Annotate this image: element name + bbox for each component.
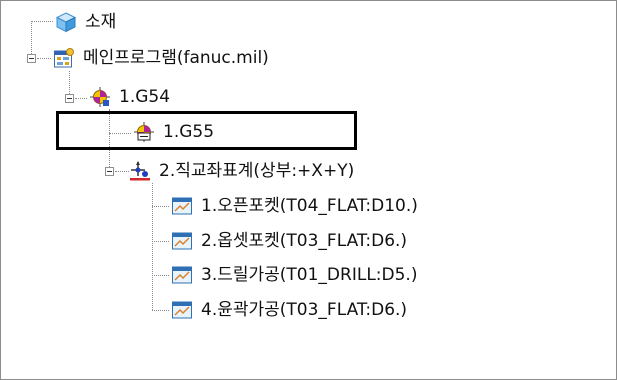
selection-outline [56, 111, 357, 150]
tree-item-operation[interactable]: 4.윤곽가공(T03_FLAT:D6.) [171, 297, 407, 323]
tree-item-main-program[interactable]: 메인프로그램(fanuc.mil) [53, 45, 269, 71]
tree-item-operation[interactable]: 1.오픈포켓(T04_FLAT:D10.) [171, 193, 418, 219]
tree-item-material[interactable]: 소재 [55, 9, 116, 35]
tree-line [152, 275, 169, 276]
tree-item-coordinate-system[interactable]: 2.직교좌표계(상부:+X+Y) [129, 158, 354, 184]
tree-item-label: 2.직교좌표계(상부:+X+Y) [159, 161, 355, 181]
expander-g54[interactable] [65, 94, 74, 103]
tree-item-label: 1.G54 [119, 87, 171, 107]
toolpath-icon [171, 299, 193, 321]
tree-line [152, 206, 169, 207]
tree-line [37, 58, 51, 59]
tree-panel: 소재 메인프로그램(fanuc.mil) 1.G54 1.G55 2.직교좌표계… [0, 0, 617, 380]
tree-line [152, 183, 153, 310]
tree-item-label: 메인프로그램(fanuc.mil) [83, 48, 269, 68]
expander-main-program[interactable] [27, 54, 36, 63]
expander-coordinate-system[interactable] [105, 167, 114, 176]
tree-line [75, 98, 87, 99]
tree-line [152, 241, 169, 242]
tree-item-g54[interactable]: 1.G54 [89, 84, 170, 110]
tree-item-operation[interactable]: 3.드릴가공(T01_DRILL:D5.) [171, 262, 417, 288]
coordinate-axes-icon [129, 160, 151, 182]
tree-item-label: 소재 [85, 12, 117, 32]
cube-icon [55, 11, 77, 33]
tree-line [115, 171, 129, 172]
tree-line [31, 21, 32, 58]
tree-line [152, 310, 169, 311]
toolpath-icon [171, 230, 193, 252]
program-icon [53, 47, 75, 69]
work-offset-icon [89, 86, 111, 108]
tree-item-label: 3.드릴가공(T01_DRILL:D5.) [201, 265, 418, 285]
tree-item-operation[interactable]: 2.옵셋포켓(T03_FLAT:D6.) [171, 228, 407, 254]
toolpath-icon [171, 195, 193, 217]
tree-line [31, 21, 53, 22]
tree-item-label: 2.옵셋포켓(T03_FLAT:D6.) [201, 231, 408, 251]
tree-item-label: 1.오픈포켓(T04_FLAT:D10.) [201, 196, 418, 216]
toolpath-icon [171, 264, 193, 286]
tree-item-label: 4.윤곽가공(T03_FLAT:D6.) [201, 300, 408, 320]
